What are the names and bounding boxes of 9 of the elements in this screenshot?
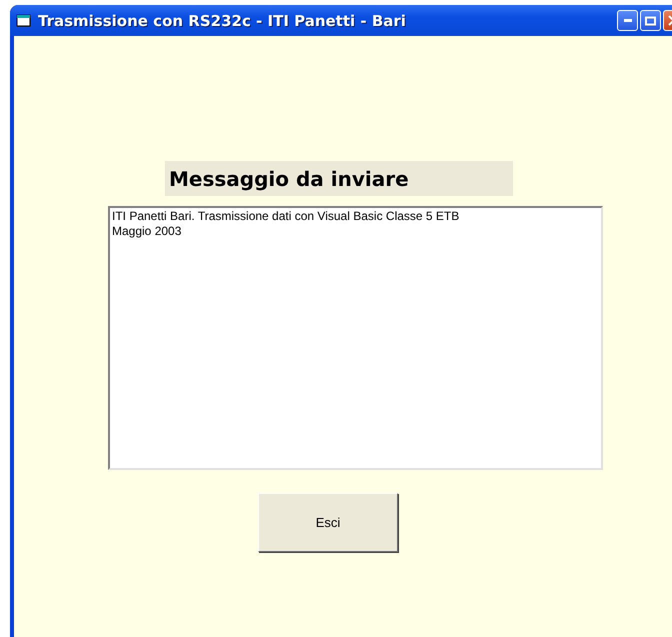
exit-button[interactable]: Esci: [258, 493, 398, 552]
minimize-icon: [624, 19, 632, 22]
message-label: Messaggio da inviare: [165, 161, 513, 196]
window-title: Trasmissione con RS232c - ITI Panetti - Bari: [38, 12, 407, 30]
app-icon: [16, 14, 32, 28]
message-field[interactable]: ITI Panetti Bari. Trasmissione dati con Visual Basic Classe 5 ETB Maggio 2003: [108, 206, 603, 470]
maximize-icon: [645, 16, 656, 26]
minimize-button[interactable]: [617, 10, 638, 31]
maximize-button[interactable]: [640, 10, 661, 31]
